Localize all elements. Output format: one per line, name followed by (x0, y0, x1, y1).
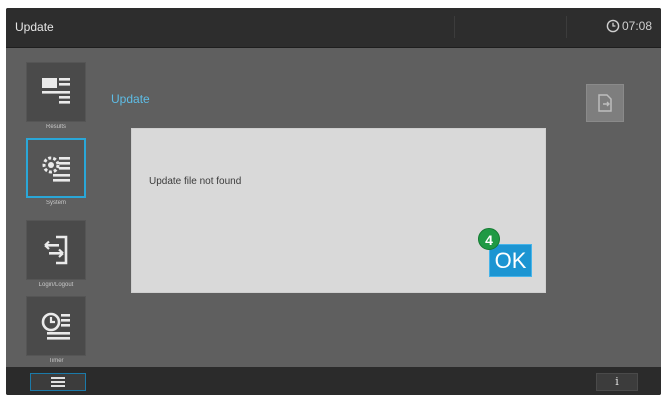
sidebar-item-label: Results (45, 124, 66, 130)
menu-button[interactable] (30, 373, 86, 391)
clock: 07:08 (606, 19, 652, 33)
step-callout-badge: 4 (478, 228, 500, 250)
clock-time: 07:08 (621, 19, 652, 33)
document-export-icon (598, 94, 612, 112)
sidebar-item-label: Timer (48, 358, 64, 364)
header-divider (566, 16, 567, 38)
window-title: Update (15, 20, 54, 34)
clock-icon (606, 19, 620, 33)
sidebar-item-label: System (45, 200, 66, 206)
sidebar-item-login-logout[interactable]: Login/Logout (26, 220, 88, 288)
sidebar-item-timer[interactable]: Timer (26, 296, 88, 364)
sidebar-item-label: Login/Logout (38, 282, 74, 288)
ok-button[interactable]: OK (489, 244, 532, 277)
device-screen: Update 07:08 Results System Login/Logout… (6, 8, 661, 395)
info-button[interactable]: i (596, 373, 638, 391)
bottom-bar: i (6, 367, 661, 395)
system-button[interactable] (26, 138, 86, 198)
timer-button[interactable] (26, 296, 86, 356)
results-button[interactable] (26, 62, 86, 122)
dialog-message: Update file not found (149, 176, 242, 187)
document-export-button[interactable] (586, 84, 624, 122)
hamburger-menu-icon (51, 377, 65, 387)
header-divider (454, 16, 455, 38)
system-settings-icon (42, 156, 70, 182)
login-logout-button[interactable] (26, 220, 86, 280)
login-logout-icon (44, 235, 68, 265)
sidebar-item-results[interactable]: Results (26, 62, 88, 130)
timer-icon (41, 312, 70, 340)
main-area: Results System Login/Logout Timer Update… (6, 48, 661, 367)
sidebar-item-system[interactable]: System (26, 138, 88, 206)
page-title: Update (111, 92, 150, 106)
results-list-icon (42, 78, 70, 104)
sidebar: Results System Login/Logout Timer (6, 48, 98, 367)
message-dialog: Update file not found OK (131, 128, 546, 293)
top-bar: Update 07:08 (6, 8, 661, 48)
